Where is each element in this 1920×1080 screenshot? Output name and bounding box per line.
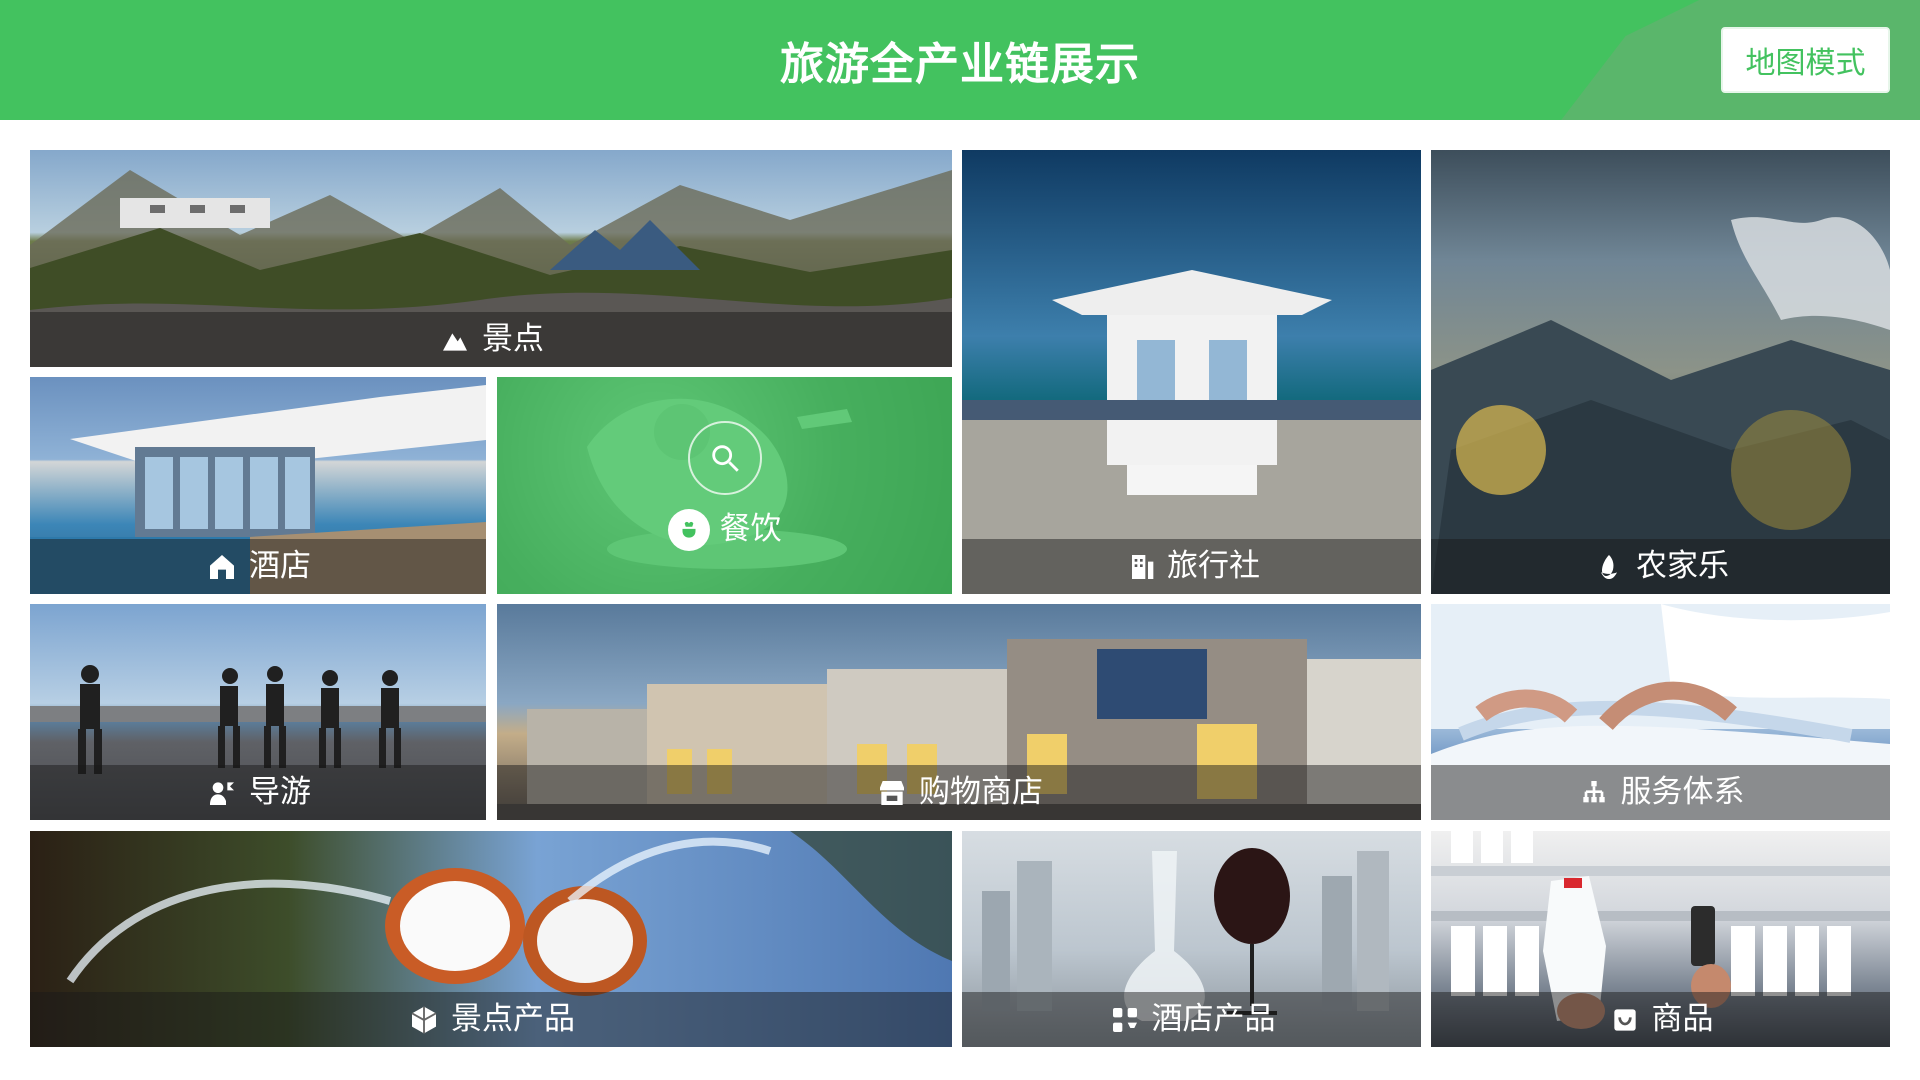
map-mode-button[interactable]: 地图模式 [1721, 27, 1890, 93]
dining-center-content: 餐饮 [497, 377, 952, 594]
dining-icon [667, 508, 710, 551]
search-icon[interactable] [687, 420, 762, 495]
scenic-products-label: 景点产品 [451, 1001, 575, 1037]
goods-label: 商品 [1651, 1001, 1714, 1037]
shopping-store-label: 购物商店 [919, 774, 1043, 810]
hotel-products-label: 酒店产品 [1151, 1001, 1276, 1037]
tile-dining[interactable]: 餐饮 [497, 377, 952, 594]
mountain-icon [438, 323, 472, 357]
tile-travel-agency[interactable]: 旅行社 [962, 150, 1421, 594]
scenic-spot-label: 景点 [482, 321, 544, 357]
service-system-label-bar: 服务体系 [1431, 765, 1890, 820]
shopping-store-label-bar: 购物商店 [497, 765, 1421, 820]
hotel-label: 酒店 [249, 548, 311, 584]
farm-stay-label: 农家乐 [1636, 548, 1729, 584]
tile-farm-stay[interactable]: 农家乐 [1431, 150, 1890, 594]
building-icon [1123, 550, 1157, 584]
travel-agency-label-bar: 旅行社 [962, 539, 1421, 594]
store-icon [875, 776, 909, 810]
tile-scenic-spot[interactable]: 景点 [30, 150, 952, 367]
tile-hotel-products[interactable]: 酒店产品 [962, 831, 1421, 1047]
farm-stay-label-bar: 农家乐 [1431, 539, 1890, 594]
farm-stay-image [1431, 150, 1890, 594]
travel-agency-image [962, 150, 1421, 594]
tile-shopping-store[interactable]: 购物商店 [497, 604, 1421, 820]
top-header: 旅游全产业链展示 地图模式 [0, 0, 1920, 120]
travel-agency-label: 旅行社 [1167, 548, 1260, 584]
tile-service-system[interactable]: 服务体系 [1431, 604, 1890, 820]
page-title: 旅游全产业链展示 [780, 39, 1140, 90]
scenic-spot-label-bar: 景点 [30, 312, 952, 367]
bag-icon [1608, 1003, 1642, 1037]
service-system-label: 服务体系 [1620, 774, 1745, 810]
hotel-products-label-bar: 酒店产品 [962, 992, 1421, 1047]
guide-icon [205, 776, 239, 810]
tour-guide-label-bar: 导游 [30, 765, 486, 820]
tile-hotel[interactable]: 酒店 [30, 377, 486, 594]
apps-icon [1108, 1003, 1142, 1037]
goods-label-bar: 商品 [1431, 992, 1890, 1047]
dining-label: 餐饮 [719, 511, 782, 547]
corn-icon [1592, 550, 1626, 584]
home-icon [205, 550, 239, 584]
scenic-products-label-bar: 景点产品 [30, 992, 952, 1047]
tile-goods[interactable]: 商品 [1431, 831, 1890, 1047]
tile-scenic-products[interactable]: 景点产品 [30, 831, 952, 1047]
hotel-label-bar: 酒店 [30, 539, 486, 594]
tile-tour-guide[interactable]: 导游 [30, 604, 486, 820]
cube-icon [407, 1003, 441, 1037]
network-icon [1577, 776, 1611, 810]
tour-guide-label: 导游 [249, 774, 311, 810]
